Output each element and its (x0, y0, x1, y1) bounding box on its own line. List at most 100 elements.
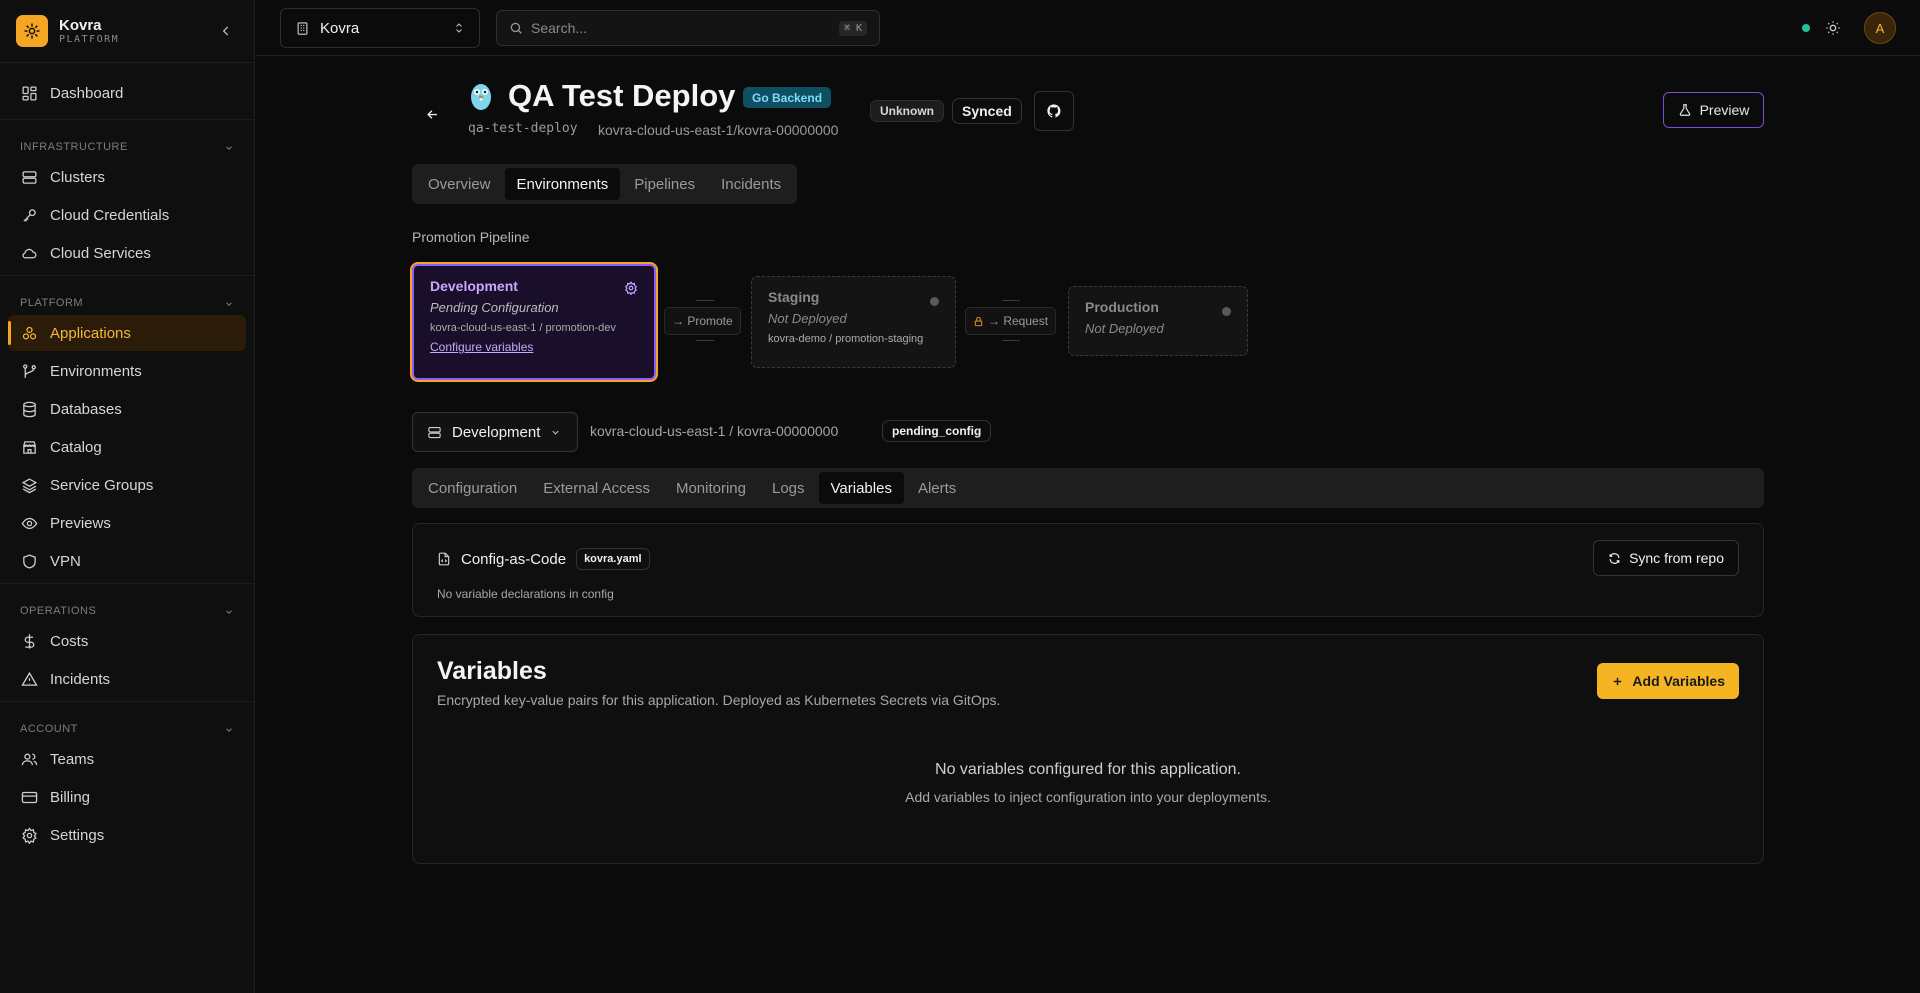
back-button[interactable] (412, 100, 452, 128)
sidebar-item-label: Dashboard (50, 84, 124, 102)
organization-select[interactable]: Kovra (280, 8, 480, 48)
sidebar-item-label: Settings (50, 826, 105, 844)
user-avatar[interactable]: A (1864, 12, 1896, 44)
page-title: QA Test Deploy (508, 78, 736, 113)
stage-status-dot (1222, 307, 1231, 316)
brand-subtitle: PLATFORM (59, 34, 120, 45)
chevron-down-icon (552, 430, 560, 435)
pipeline-stage-production[interactable]: Production Not Deployed (1068, 286, 1248, 356)
connector-line (696, 300, 714, 301)
collapse-sidebar-button[interactable] (214, 19, 238, 43)
sidebar-item-settings[interactable]: Settings (8, 817, 246, 853)
configure-variables-link[interactable]: Configure variables (430, 340, 638, 354)
search-shortcut: ⌘ K (838, 20, 867, 36)
sidebar-item-vpn[interactable]: VPN (8, 543, 246, 579)
nav-section-infrastructure[interactable]: INFRASTRUCTURE (0, 119, 254, 159)
tab-configuration[interactable]: Configuration (416, 472, 529, 504)
sidebar-item-label: Service Groups (50, 476, 154, 494)
nav-section-operations[interactable]: OPERATIONS (0, 583, 254, 623)
add-variables-label: Add Variables (1632, 673, 1725, 689)
tab-pipelines[interactable]: Pipelines (622, 168, 707, 200)
sidebar-item-label: VPN (50, 552, 81, 570)
plus-icon (1614, 677, 1622, 685)
connection-status-indicator (1802, 24, 1810, 32)
environment-tabs: Configuration External Access Monitoring… (412, 468, 1764, 508)
sidebar: Kovra PLATFORM Dashboard INFRASTRUCTURE … (0, 0, 255, 993)
tab-environments[interactable]: Environments (504, 168, 621, 200)
sidebar-item-service-groups[interactable]: Service Groups (8, 467, 246, 503)
empty-state-title: No variables configured for this applica… (935, 761, 1241, 778)
sidebar-item-catalog[interactable]: Catalog (8, 429, 246, 465)
topbar: Kovra ⌘ K A (256, 0, 1920, 56)
tab-external-access[interactable]: External Access (531, 472, 662, 504)
github-button[interactable] (1034, 91, 1074, 131)
tab-variables[interactable]: Variables (818, 472, 904, 504)
sidebar-item-incidents[interactable]: Incidents (8, 661, 246, 697)
variables-panel: Variables Encrypted key-value pairs for … (412, 634, 1764, 864)
sidebar-item-environments[interactable]: Environments (8, 353, 246, 389)
users-icon (20, 750, 38, 768)
sidebar-item-billing[interactable]: Billing (8, 779, 246, 815)
add-variables-button[interactable]: Add Variables (1597, 663, 1739, 699)
sidebar-item-cloud-services[interactable]: Cloud Services (8, 235, 246, 271)
layers-icon (20, 476, 38, 494)
preview-button[interactable]: Preview (1663, 92, 1764, 128)
tab-incidents[interactable]: Incidents (709, 168, 793, 200)
sidebar-item-label: Billing (50, 788, 91, 806)
sidebar-item-previews[interactable]: Previews (8, 505, 246, 541)
environment-select[interactable]: Development (412, 412, 578, 452)
tab-monitoring[interactable]: Monitoring (664, 472, 758, 504)
section-title: ACCOUNT (20, 723, 78, 735)
sync-label: Sync from repo (1629, 550, 1724, 566)
request-promotion-button[interactable]: → Request (965, 307, 1057, 335)
promote-button[interactable]: → Promote (664, 307, 741, 335)
sidebar-item-label: Teams (50, 750, 95, 768)
nav-section-account[interactable]: ACCOUNT (0, 701, 254, 741)
sidebar-item-dashboard[interactable]: Dashboard (8, 75, 246, 111)
empty-state-subtitle: Add variables to inject configuration in… (905, 789, 1271, 805)
sidebar-item-clusters[interactable]: Clusters (8, 159, 246, 195)
stage-target: kovra-cloud-us-east-1 / promotion-dev (430, 322, 616, 334)
brand-header: Kovra PLATFORM (0, 0, 254, 63)
key-icon (20, 206, 38, 224)
sync-from-repo-button[interactable]: Sync from repo (1593, 540, 1739, 576)
sidebar-item-label: Databases (50, 400, 122, 418)
brand-name: Kovra (59, 17, 102, 34)
search-input[interactable] (531, 20, 839, 36)
file-code-icon (438, 552, 450, 566)
sync-status-badge: Synced (952, 98, 1022, 124)
stage-name: Staging (768, 289, 820, 305)
environment-status-badge: pending_config (882, 420, 992, 442)
config-as-code-message: No variable declarations in config (437, 587, 614, 601)
sidebar-item-applications[interactable]: Applications (8, 315, 246, 351)
server-icon (20, 168, 38, 186)
shield-icon (20, 552, 38, 570)
stage-target: kovra-demo / promotion-staging (768, 333, 924, 345)
config-as-code-header: Config-as-Code kovra.yaml (437, 548, 650, 570)
database-icon (20, 400, 38, 418)
environment-select-value: Development (452, 423, 541, 441)
sidebar-item-label: Previews (50, 514, 111, 532)
tab-overview[interactable]: Overview (416, 168, 503, 200)
sidebar-item-teams[interactable]: Teams (8, 741, 246, 777)
connector-line (1002, 300, 1020, 301)
nav-section-platform[interactable]: PLATFORM (0, 275, 254, 315)
tab-alerts[interactable]: Alerts (906, 472, 968, 504)
environment-path: kovra-cloud-us-east-1 / kovra-00000000 (590, 423, 839, 439)
gear-icon[interactable] (624, 281, 638, 298)
sidebar-item-cloud-credentials[interactable]: Cloud Credentials (8, 197, 246, 233)
dollar-icon (20, 632, 38, 650)
tab-logs[interactable]: Logs (760, 472, 817, 504)
pipeline-stage-staging[interactable]: Staging Not Deployed kovra-demo / promot… (751, 276, 956, 368)
pipeline-stage-development[interactable]: Development Pending Configuration kovra-… (412, 264, 656, 380)
sidebar-item-costs[interactable]: Costs (8, 623, 246, 659)
github-icon (1047, 104, 1061, 118)
sidebar-item-databases[interactable]: Databases (8, 391, 246, 427)
store-icon (20, 438, 38, 456)
sidebar-nav: Dashboard INFRASTRUCTURE Clusters Cloud … (0, 63, 254, 853)
search-bar[interactable]: ⌘ K (496, 10, 880, 46)
arrow-left-icon (426, 109, 437, 119)
stage-name: Development (430, 278, 518, 294)
theme-toggle-button[interactable] (1822, 17, 1844, 39)
connector-line (1002, 340, 1020, 341)
